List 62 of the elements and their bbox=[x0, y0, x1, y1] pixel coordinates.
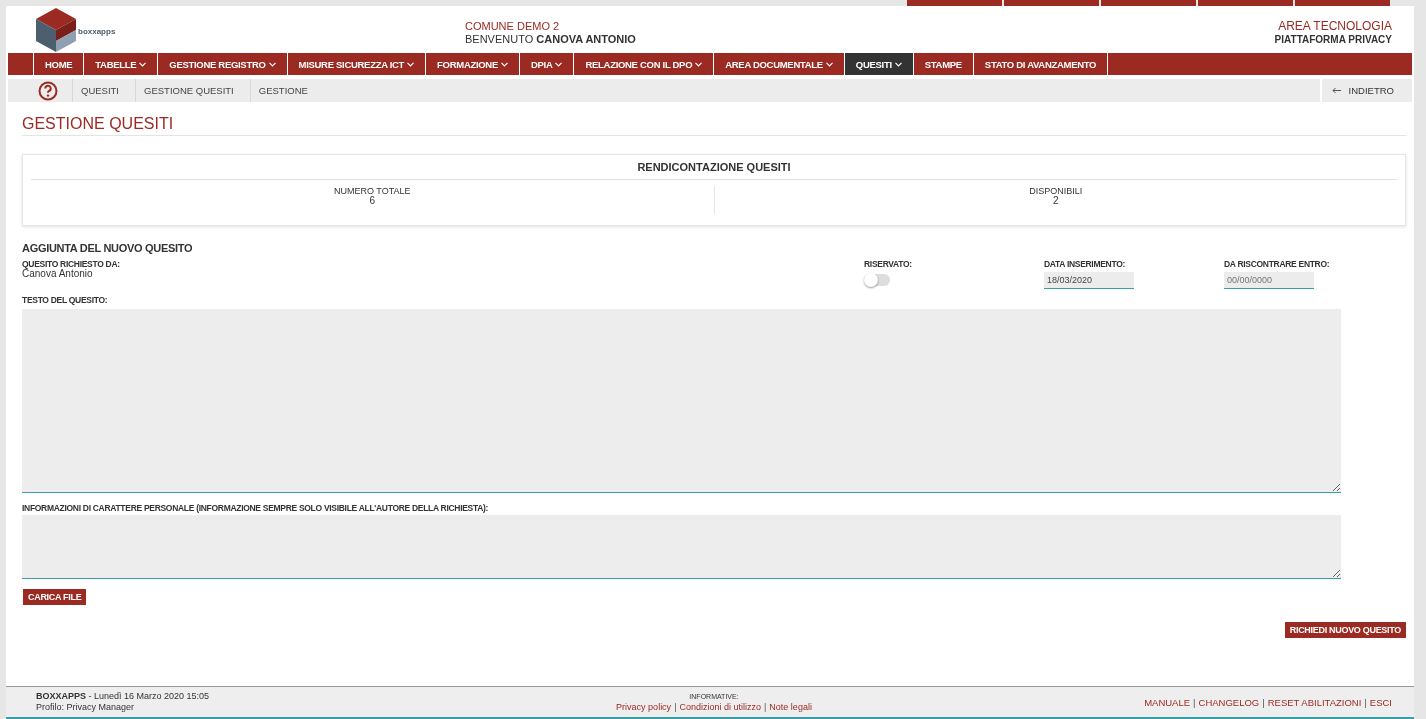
requester-name: Canova Antonio bbox=[22, 269, 94, 279]
breadcrumb-item[interactable]: GESTIONE bbox=[249, 79, 324, 102]
field-label: DA RISCONTRARE ENTRO: bbox=[1224, 259, 1331, 269]
footer-link[interactable]: CHANGELOG bbox=[1198, 696, 1260, 708]
nav-item[interactable]: DPIA bbox=[519, 53, 575, 75]
upload-file-button[interactable]: CARICA FILE bbox=[23, 589, 87, 605]
nav-item[interactable]: GESTIONE REGISTRO bbox=[158, 53, 288, 75]
footer-date-text: BOXXAPPS - Lunedì 16 Marzo 2020 15:05 bbox=[36, 691, 211, 702]
top-tab[interactable] bbox=[1295, 0, 1390, 6]
organization-name: COMUNE DEMO 2 bbox=[465, 20, 561, 33]
date-field[interactable]: 00/00/0000 bbox=[1224, 272, 1314, 289]
stat-value: 6 bbox=[368, 196, 377, 206]
footer-link[interactable]: Privacy policy bbox=[616, 702, 672, 712]
nav-item[interactable]: FORMAZIONE bbox=[426, 53, 520, 75]
platform-name: PIATTAFORMA PRIVACY bbox=[1274, 33, 1392, 46]
welcome-text: BENVENUTO CANOVA ANTONIO bbox=[465, 33, 637, 46]
field-label: RISERVATO: bbox=[864, 259, 913, 269]
logo-text: boxxapps bbox=[78, 26, 117, 36]
date-field[interactable]: 18/03/2020 bbox=[1044, 272, 1134, 289]
field-label: DATA INSERIMENTO: bbox=[1044, 259, 1126, 269]
field-label: INFORMAZIONI DI CARATTERE PERSONALE (INFORMAZIONE SEMPRE SOLO VISIBILE ALL'AUTORE DELLA RICHIESTA): bbox=[22, 503, 490, 513]
breadcrumb-item[interactable]: QUESITI bbox=[72, 79, 135, 102]
link-separator: | bbox=[1193, 696, 1196, 708]
footer-link[interactable]: RESET ABILITAZIONI bbox=[1267, 696, 1362, 708]
question-text-area[interactable] bbox=[22, 309, 1341, 493]
nav-item[interactable]: TABELLE bbox=[84, 53, 159, 75]
footer-link[interactable]: MANUALE bbox=[1144, 696, 1191, 708]
top-tab[interactable] bbox=[1004, 0, 1099, 6]
breadcrumb-item[interactable]: GESTIONE QUESITI bbox=[135, 79, 250, 102]
area-name: AREA TECNOLOGIA bbox=[1277, 20, 1392, 33]
nav-item[interactable]: MISURE SICUREZZA ICT bbox=[287, 53, 427, 75]
stat-label: NUMERO TOTALE bbox=[333, 186, 412, 196]
field-label: TESTO DEL QUESITO: bbox=[22, 295, 109, 305]
stat-value: 2 bbox=[1051, 196, 1060, 206]
personal-info-text-area[interactable] bbox=[22, 515, 1341, 579]
nav-item[interactable]: AREA DOCUMENTALE bbox=[714, 53, 845, 75]
field-label: QUESITO RICHIESTO DA: bbox=[22, 259, 121, 269]
top-tab[interactable] bbox=[1101, 0, 1196, 6]
top-tab[interactable] bbox=[1198, 0, 1293, 6]
section-title: AGGIUNTA DEL NUOVO QUESITO bbox=[22, 242, 194, 254]
back-link[interactable]: INDIETRO bbox=[1319, 79, 1412, 102]
footer-link[interactable]: ESCI bbox=[1369, 696, 1392, 708]
top-tab[interactable] bbox=[907, 0, 1002, 6]
nav-item[interactable]: RELAZIONE CON IL DPO bbox=[574, 53, 715, 75]
nav-item[interactable]: QUESITI bbox=[844, 53, 914, 75]
stat-label: DISPONIBILI bbox=[1028, 186, 1084, 196]
profile-text: Profilo: Privacy Manager bbox=[36, 702, 136, 713]
footer-link[interactable]: Condizioni di utilizzo bbox=[679, 702, 761, 712]
footer-link[interactable]: Note legali bbox=[769, 702, 812, 712]
link-separator: | bbox=[674, 702, 677, 712]
reserved-toggle[interactable] bbox=[864, 274, 890, 286]
submit-button[interactable]: RICHIEDI NUOVO QUESITO bbox=[1284, 622, 1406, 638]
nav-item[interactable]: STATO DI AVANZAMENTO bbox=[973, 53, 1109, 75]
link-separator: | bbox=[1364, 696, 1367, 708]
nav-item[interactable]: STAMPE bbox=[913, 53, 974, 75]
back-arrow-icon bbox=[1331, 87, 1341, 94]
page-title: GESTIONE QUESITI bbox=[22, 114, 1406, 136]
nav-item[interactable]: HOME bbox=[34, 53, 85, 75]
link-separator: | bbox=[1262, 696, 1265, 708]
link-separator: | bbox=[764, 702, 767, 712]
help-icon[interactable] bbox=[38, 80, 58, 101]
summary-title: RENDICONTAZIONE QUESITI bbox=[31, 155, 1397, 180]
